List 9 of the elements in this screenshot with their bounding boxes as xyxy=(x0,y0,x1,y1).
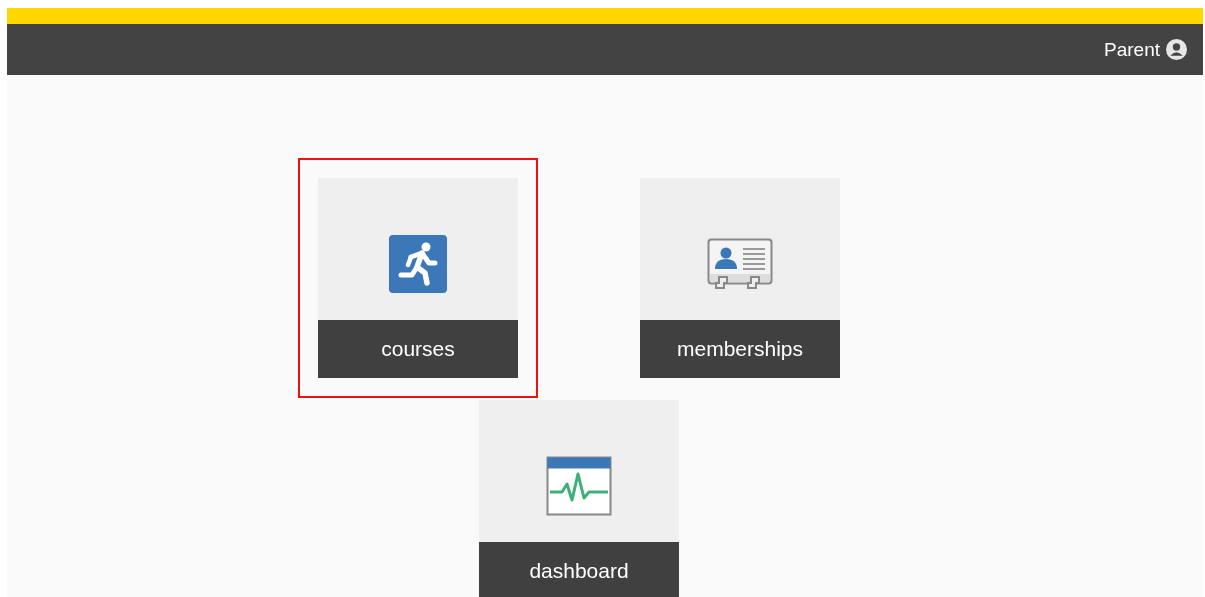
user-icon xyxy=(1166,39,1187,60)
tile-label: dashboard xyxy=(479,542,679,597)
user-menu[interactable]: Parent xyxy=(1104,38,1187,61)
tile-label: memberships xyxy=(640,320,840,378)
app-tile[interactable]: courses xyxy=(298,158,538,398)
tile-label: courses xyxy=(318,320,518,378)
id-card-icon xyxy=(707,238,773,290)
runner-icon xyxy=(389,235,447,293)
heartbeat-window-icon xyxy=(546,456,612,516)
